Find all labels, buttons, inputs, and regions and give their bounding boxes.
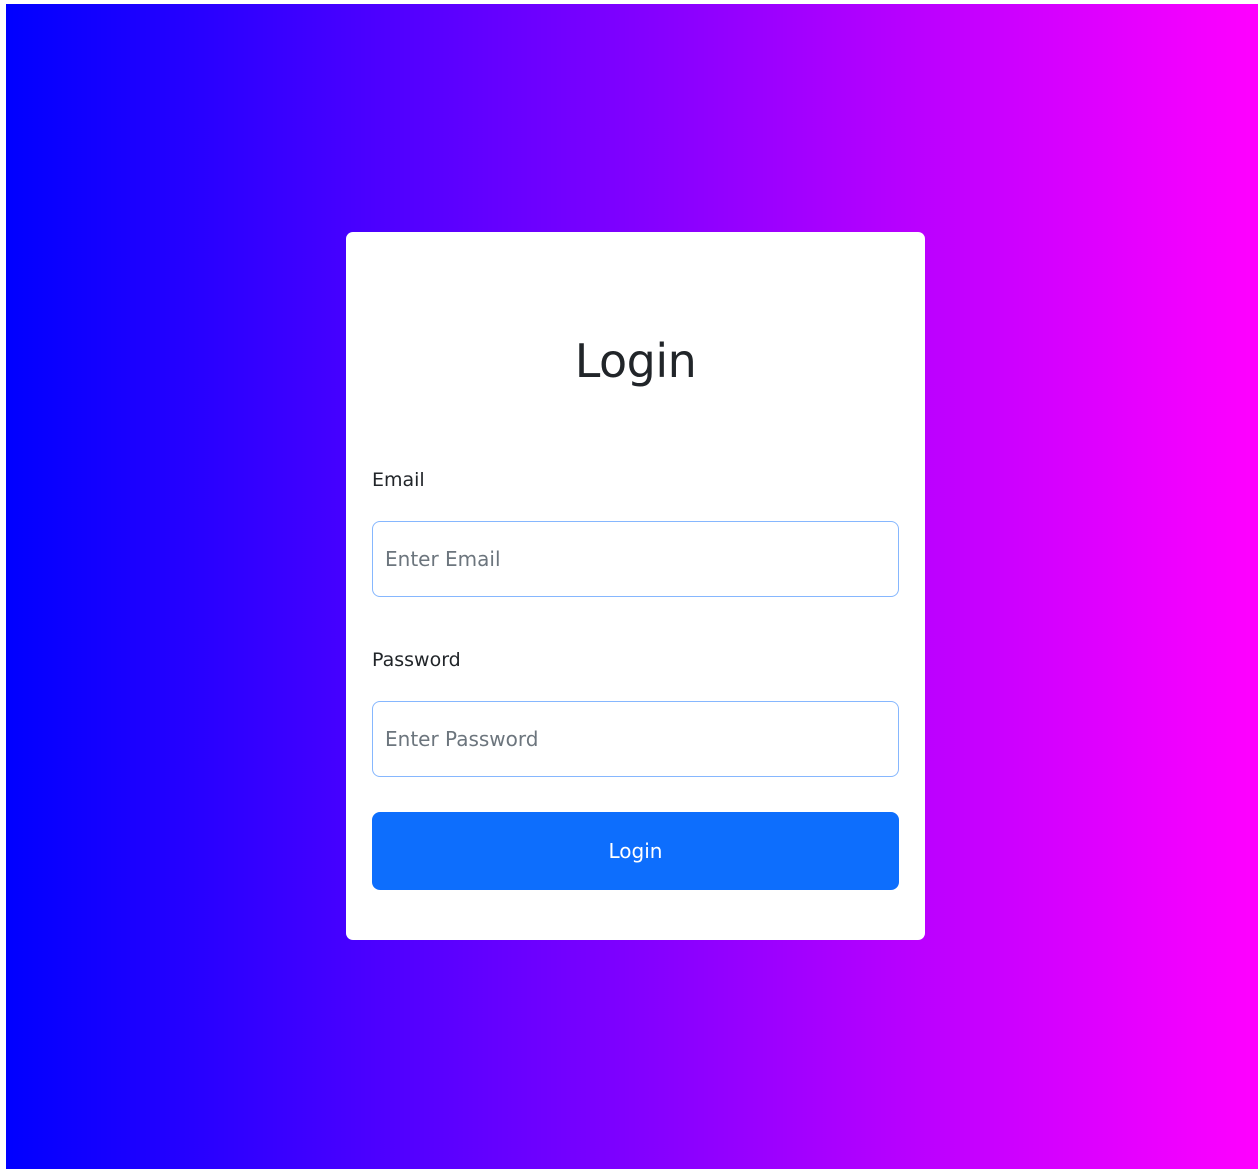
email-field[interactable]	[372, 521, 899, 597]
login-button[interactable]: Login	[372, 812, 899, 890]
email-label: Email	[372, 469, 425, 491]
password-field[interactable]	[372, 701, 899, 777]
login-card: Login Email Password Login	[346, 232, 925, 940]
login-title: Login	[574, 334, 697, 388]
password-label: Password	[372, 649, 461, 671]
gradient-background: Login Email Password Login	[6, 4, 1258, 1169]
